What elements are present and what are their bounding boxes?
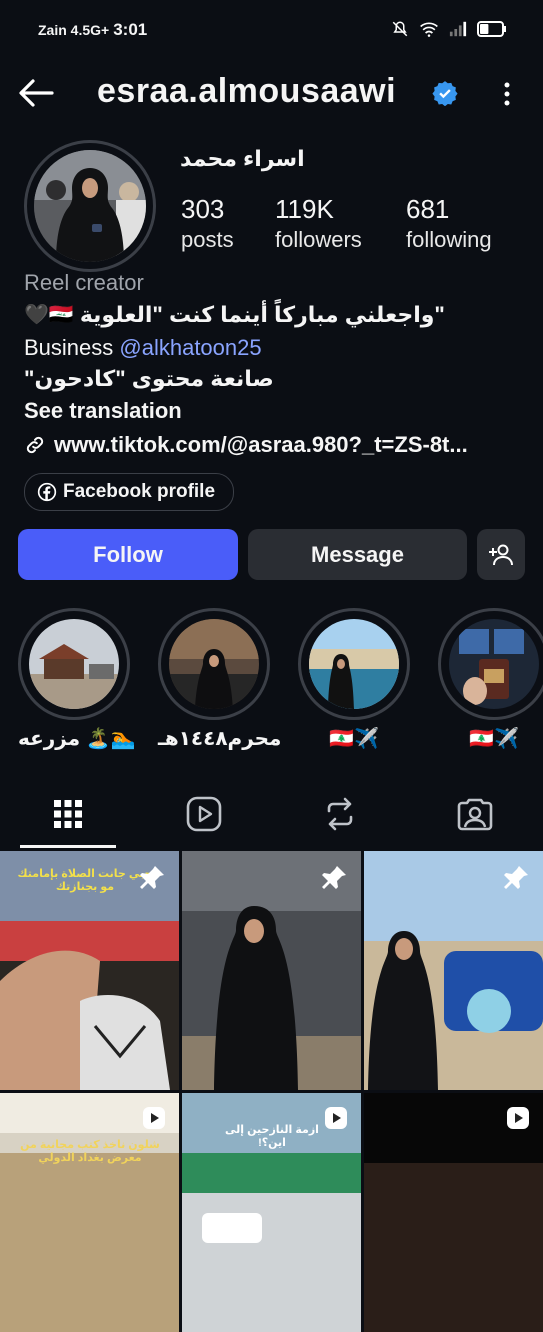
grid-post[interactable] [364,1093,543,1332]
stat-following-label: following [406,227,492,252]
grid-post[interactable]: حبي جانت الصلاة بإمامتك مو بجنازتك [0,851,179,1090]
stat-followers[interactable]: 119K followers [275,193,362,255]
profile-category: Reel creator [24,270,144,295]
bio-business-line: Business @alkhatoon25 [24,333,262,363]
link-icon [26,436,44,454]
reels-icon[interactable] [184,794,224,834]
highlight-cover [169,619,259,709]
bio-line-3: "صانعة محتوى "كادحون [24,366,274,391]
stat-posts-label: posts [181,227,234,252]
highlight-item[interactable]: محرم١٤٤٨هـ [158,608,282,751]
reel-icon [325,1107,347,1129]
highlight-label: 🇱🇧✈️ [469,728,519,750]
battery-icon [477,21,506,37]
highlight-cover [29,619,119,709]
stat-followers-value: 119K [275,194,334,224]
reel-icon [143,1107,165,1129]
pin-icon [322,866,346,889]
signal-icon [449,21,467,37]
grid-post[interactable] [182,851,361,1090]
facebook-profile-label: Facebook profile [63,481,216,502]
grid-post[interactable] [364,851,543,1090]
highlight-cover [449,619,539,709]
profile-full-name: اسراء محمد [180,146,305,171]
bio-business-label: Business [24,335,120,360]
status-right [391,20,507,38]
follow-button[interactable]: Follow [18,529,238,580]
mute-icon [392,21,408,37]
status-bar: Zain 4.5G+ 3:01 [0,0,543,60]
facebook-icon [37,482,57,502]
pin-icon [504,866,528,889]
see-translation-link[interactable]: See translation [24,396,182,426]
highlight-ring [158,608,270,720]
profile-link-text: www.tiktok.com/@asraa.980?_t=ZS-8t... [54,432,468,457]
suggested-people-button[interactable] [477,529,525,580]
reel-icon [507,1107,529,1129]
grid-post[interactable]: ازمة النازحين إلى اين؟! [182,1093,361,1332]
highlight-label: محرم١٤٤٨هـ [158,728,282,750]
reposts-icon[interactable] [320,794,360,834]
post-caption-overlay: شلون ناخذ كتب مجانية من معرض بغداد الدول… [20,1139,160,1164]
highlight-cover [309,619,399,709]
add-person-icon [489,544,513,565]
pin-icon [140,866,164,889]
highlight-item[interactable]: 🇱🇧✈️ [438,608,543,751]
back-arrow-icon[interactable] [18,78,54,108]
grid-post[interactable]: شلون ناخذ كتب مجانية من معرض بغداد الدول… [0,1093,179,1332]
highlight-ring [18,608,130,720]
avatar-picture [34,150,146,262]
tagged-icon[interactable] [455,794,495,834]
wifi-icon [420,22,438,37]
facebook-profile-button[interactable]: Facebook profile [24,473,235,511]
active-tab-indicator [20,845,116,848]
highlight-ring [438,608,543,720]
verified-badge-icon [432,81,458,106]
grid-icon[interactable] [48,794,88,834]
stat-posts-value: 303 [181,194,225,224]
more-options-icon[interactable] [498,80,516,108]
profile-avatar[interactable] [34,150,146,262]
highlight-ring [298,608,410,720]
stat-posts[interactable]: 303 posts [181,193,234,255]
bio-line-1-text: "واجعلني مباركاً أينما كنت "العلوية [79,302,445,327]
post-caption-overlay: ازمة النازحين إلى اين؟! [225,1124,319,1149]
stat-followers-label: followers [275,227,362,252]
bio-mention-link[interactable]: @alkhatoon25 [119,335,261,360]
highlight-item[interactable]: مزرعه 🏝️🏊 [18,608,136,751]
profile-username: esraa.almousaawi [97,72,397,110]
clock: 3:01 [113,20,148,39]
message-button[interactable]: Message [248,529,467,580]
bio-line-1: "واجعلني مباركاً أينما كنت "العلوية 🇮🇶🖤 [24,300,445,330]
highlight-label: 🇱🇧✈️ [329,728,379,750]
highlight-item[interactable]: 🇱🇧✈️ [298,608,410,751]
carrier-label: Zain 4.5G+ [38,22,110,38]
status-left: Zain 4.5G+ 3:01 [38,20,147,40]
highlight-label: مزرعه 🏝️🏊 [18,728,136,750]
bio-emoji: 🇮🇶🖤 [24,304,74,326]
stat-following-value: 681 [406,194,450,224]
profile-link[interactable]: www.tiktok.com/@asraa.980?_t=ZS-8t... [24,432,468,458]
stat-following[interactable]: 681 following [406,193,492,255]
